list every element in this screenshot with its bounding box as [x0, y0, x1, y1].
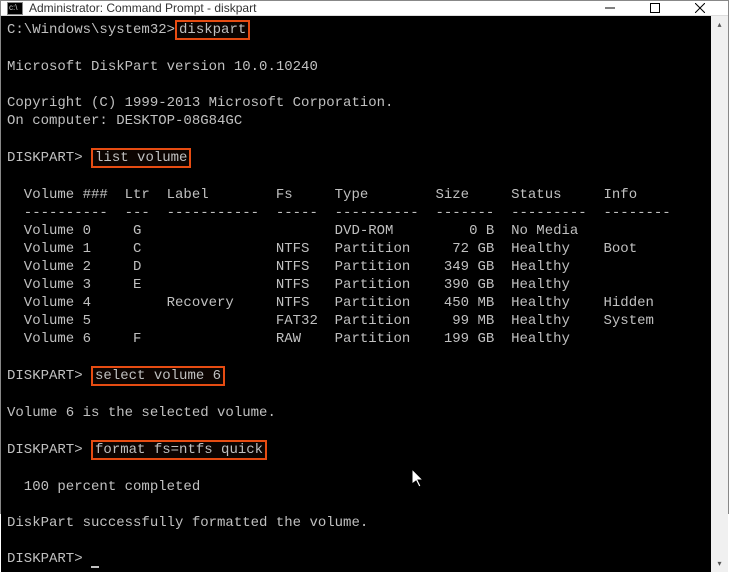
terminal-output[interactable]: C:\Windows\system32>diskpart Microsoft D… — [1, 16, 711, 572]
minimize-button[interactable] — [587, 1, 632, 15]
diskpart-prompt: DISKPART> — [7, 442, 83, 458]
table-row: Volume 6 F RAW Partition 199 GB Healthy — [7, 331, 570, 347]
table-divider: ---------- --- ----------- ----- -------… — [7, 205, 671, 221]
window-title: Administrator: Command Prompt - diskpart — [29, 1, 587, 15]
prompt-path: C:\Windows\system32> — [7, 22, 175, 38]
progress-message: 100 percent completed — [7, 479, 200, 495]
table-row: Volume 4 Recovery NTFS Partition 450 MB … — [7, 295, 654, 311]
diskpart-prompt: DISKPART> — [7, 150, 83, 166]
table-row: Volume 2 D NTFS Partition 349 GB Healthy — [7, 259, 570, 275]
close-button[interactable] — [677, 1, 722, 15]
success-message: DiskPart successfully formatted the volu… — [7, 515, 368, 531]
scroll-down-button[interactable]: ▾ — [711, 555, 728, 572]
table-header: Volume ### Ltr Label Fs Type Size Status… — [7, 187, 637, 203]
table-row: Volume 3 E NTFS Partition 390 GB Healthy — [7, 277, 570, 293]
title-bar: c:\ Administrator: Command Prompt - disk… — [1, 1, 728, 16]
vertical-scrollbar[interactable]: ▴ ▾ — [711, 16, 728, 572]
diskpart-prompt: DISKPART> — [7, 368, 83, 384]
scroll-track[interactable] — [711, 33, 728, 555]
diskpart-prompt: DISKPART> — [7, 551, 83, 567]
highlight-select-volume: select volume 6 — [91, 366, 225, 386]
version-line: Microsoft DiskPart version 10.0.10240 — [7, 59, 318, 75]
computer-line: On computer: DESKTOP-08G84GC — [7, 113, 242, 129]
cursor-blink — [91, 566, 99, 568]
window-controls — [587, 1, 722, 15]
scroll-up-button[interactable]: ▴ — [711, 16, 728, 33]
highlight-list-volume: list volume — [91, 148, 191, 168]
command-prompt-window: c:\ Administrator: Command Prompt - disk… — [0, 0, 729, 514]
table-row: Volume 5 FAT32 Partition 99 MB Healthy S… — [7, 313, 654, 329]
highlight-diskpart: diskpart — [175, 20, 250, 40]
cmd-icon: c:\ — [7, 2, 23, 15]
table-row: Volume 0 G DVD-ROM 0 B No Media — [7, 223, 578, 239]
selected-message: Volume 6 is the selected volume. — [7, 405, 276, 421]
copyright-line: Copyright (C) 1999-2013 Microsoft Corpor… — [7, 95, 393, 111]
maximize-button[interactable] — [632, 1, 677, 15]
highlight-format: format fs=ntfs quick — [91, 440, 267, 460]
table-row: Volume 1 C NTFS Partition 72 GB Healthy … — [7, 241, 637, 257]
terminal-wrapper: C:\Windows\system32>diskpart Microsoft D… — [1, 16, 728, 572]
